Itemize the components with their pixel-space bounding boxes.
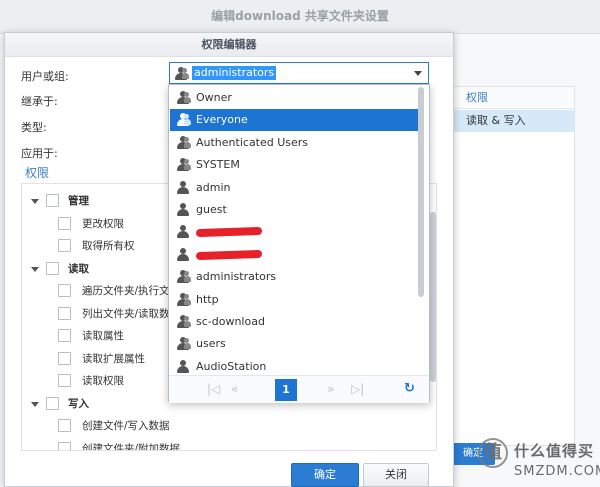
dropdown-pager: |◁ « 1 » ▷| ↻ bbox=[169, 375, 429, 403]
group-icon bbox=[175, 67, 189, 80]
permission-checkbox[interactable] bbox=[58, 306, 71, 320]
watermark: 值 什么值得买 SMZDM.COM bbox=[478, 438, 600, 487]
user-icon bbox=[177, 247, 189, 261]
tree-item-row[interactable]: 创建文件/写入数据 bbox=[22, 415, 436, 437]
redaction-mark bbox=[195, 249, 263, 260]
dropdown-option-label: admin bbox=[196, 180, 231, 194]
permission-checkbox[interactable] bbox=[46, 396, 59, 410]
dropdown-option[interactable]: Everyone bbox=[170, 109, 418, 132]
dropdown-option-label: Everyone bbox=[196, 113, 248, 127]
user-icon bbox=[177, 359, 189, 373]
dropdown-option[interactable]: users bbox=[170, 333, 418, 355]
watermark-logo: 值 bbox=[478, 438, 508, 468]
permission-checkbox[interactable] bbox=[58, 419, 71, 432]
first-page-icon[interactable]: |◁ bbox=[207, 382, 220, 396]
user-or-group-label: 用户或组: bbox=[21, 70, 69, 83]
group-icon bbox=[177, 315, 191, 328]
user-group-select-value[interactable]: administrators bbox=[192, 66, 277, 80]
watermark-top-text: 什么值得买 bbox=[514, 442, 595, 460]
dropdown-option-label: sc-download bbox=[196, 315, 265, 328]
last-page-icon[interactable]: ▷| bbox=[351, 382, 364, 396]
redaction-mark bbox=[195, 227, 263, 238]
user-icon bbox=[177, 203, 189, 216]
previous-page-icon[interactable]: « bbox=[231, 382, 238, 396]
dropdown-option[interactable] bbox=[170, 221, 418, 243]
dropdown-option[interactable]: http bbox=[170, 289, 418, 311]
permission-label: 创建文件/写入数据 bbox=[82, 420, 170, 432]
dropdown-option[interactable]: sc-download bbox=[170, 311, 418, 333]
tree-item-row[interactable]: 创建文件夹/附加数据 bbox=[22, 438, 436, 451]
permission-label: 读取 bbox=[68, 262, 89, 275]
permission-checkbox[interactable] bbox=[58, 284, 71, 297]
dropdown-option-label: users bbox=[196, 337, 226, 351]
user-icon bbox=[177, 225, 189, 239]
user-icon bbox=[177, 180, 189, 194]
background-permission-table: 权限 读取 & 写入 bbox=[451, 86, 575, 446]
permission-label: 取得所有权 bbox=[82, 240, 135, 252]
permission-checkbox[interactable] bbox=[58, 239, 71, 252]
chevron-down-icon[interactable] bbox=[414, 71, 422, 76]
dropdown-option[interactable]: Owner bbox=[170, 87, 418, 109]
group-icon bbox=[177, 337, 191, 351]
dropdown-option-label: administrators bbox=[196, 270, 277, 284]
permission-checkbox[interactable] bbox=[58, 216, 71, 230]
group-icon bbox=[177, 292, 191, 306]
permission-label: 列出文件夹/读取数据 bbox=[82, 307, 181, 320]
dropdown-option-label: Owner bbox=[196, 91, 232, 104]
dropdown-option[interactable]: guest bbox=[170, 199, 418, 221]
permission-label: 管理 bbox=[68, 195, 89, 207]
next-page-icon[interactable]: » bbox=[327, 382, 334, 396]
group-icon bbox=[177, 113, 191, 127]
group-icon bbox=[177, 91, 191, 104]
dropdown-option-label: guest bbox=[196, 203, 227, 216]
permission-checkbox[interactable] bbox=[46, 194, 59, 207]
apply-to-label: 应用于: bbox=[21, 147, 58, 160]
permission-checkbox[interactable] bbox=[58, 329, 71, 342]
user-group-select[interactable]: administrators bbox=[169, 62, 429, 84]
type-label: 类型: bbox=[21, 121, 47, 134]
permission-checkbox[interactable] bbox=[46, 261, 59, 275]
permission-cell[interactable]: 读取 & 写入 bbox=[452, 110, 574, 132]
dropdown-option[interactable] bbox=[170, 244, 418, 266]
expand-caret-icon[interactable] bbox=[31, 199, 39, 204]
permission-label: 遍历文件夹/执行文件 bbox=[82, 285, 181, 297]
dropdown-option[interactable]: Authenticated Users bbox=[170, 132, 418, 154]
permission-label: 读取权限 bbox=[82, 375, 124, 387]
permission-label: 更改权限 bbox=[82, 217, 124, 230]
group-icon bbox=[177, 135, 191, 149]
dropdown-option-label: AudioStation bbox=[196, 359, 267, 373]
dropdown-option-label: SYSTEM bbox=[196, 158, 240, 172]
expand-caret-icon[interactable] bbox=[31, 266, 39, 272]
inherit-from-label: 继承于: bbox=[21, 95, 58, 108]
permissions-heading: 权限 bbox=[25, 166, 50, 180]
dropdown-option[interactable]: SYSTEM bbox=[170, 154, 418, 176]
permission-label: 写入 bbox=[68, 397, 89, 410]
permission-label: 创建文件夹/附加数据 bbox=[82, 442, 181, 451]
expand-caret-icon[interactable] bbox=[31, 401, 39, 407]
permission-checkbox[interactable] bbox=[58, 374, 71, 387]
dropdown-scrollbar[interactable] bbox=[418, 87, 424, 297]
dropdown-option[interactable]: admin bbox=[170, 177, 418, 199]
dropdown-option[interactable]: administrators bbox=[170, 266, 418, 288]
user-group-dropdown: Owner Everyone Authenticated Users SYSTEM ad… bbox=[168, 84, 430, 403]
group-icon bbox=[177, 158, 191, 172]
tree-scrollbar[interactable] bbox=[430, 212, 436, 382]
group-icon bbox=[177, 270, 191, 284]
watermark-bottom-text: SMZDM.COM bbox=[514, 464, 600, 479]
current-page-button[interactable]: 1 bbox=[275, 379, 297, 401]
close-button[interactable]: 关闭 bbox=[363, 463, 429, 487]
permission-label: 读取扩展属性 bbox=[82, 352, 145, 365]
dialog-title: 权限编辑器 bbox=[5, 33, 453, 57]
background-window-title: 编辑download 共享文件夹设置 bbox=[0, 0, 600, 34]
dropdown-option-label: http bbox=[196, 292, 219, 306]
permission-label: 读取属性 bbox=[82, 330, 124, 342]
permission-checkbox[interactable] bbox=[58, 351, 71, 365]
refresh-icon[interactable]: ↻ bbox=[404, 381, 415, 396]
ok-button[interactable]: 确定 bbox=[291, 463, 359, 487]
permission-column-header[interactable]: 权限 bbox=[452, 87, 574, 109]
permission-checkbox[interactable] bbox=[58, 441, 71, 450]
dropdown-option-label: Authenticated Users bbox=[196, 135, 309, 149]
